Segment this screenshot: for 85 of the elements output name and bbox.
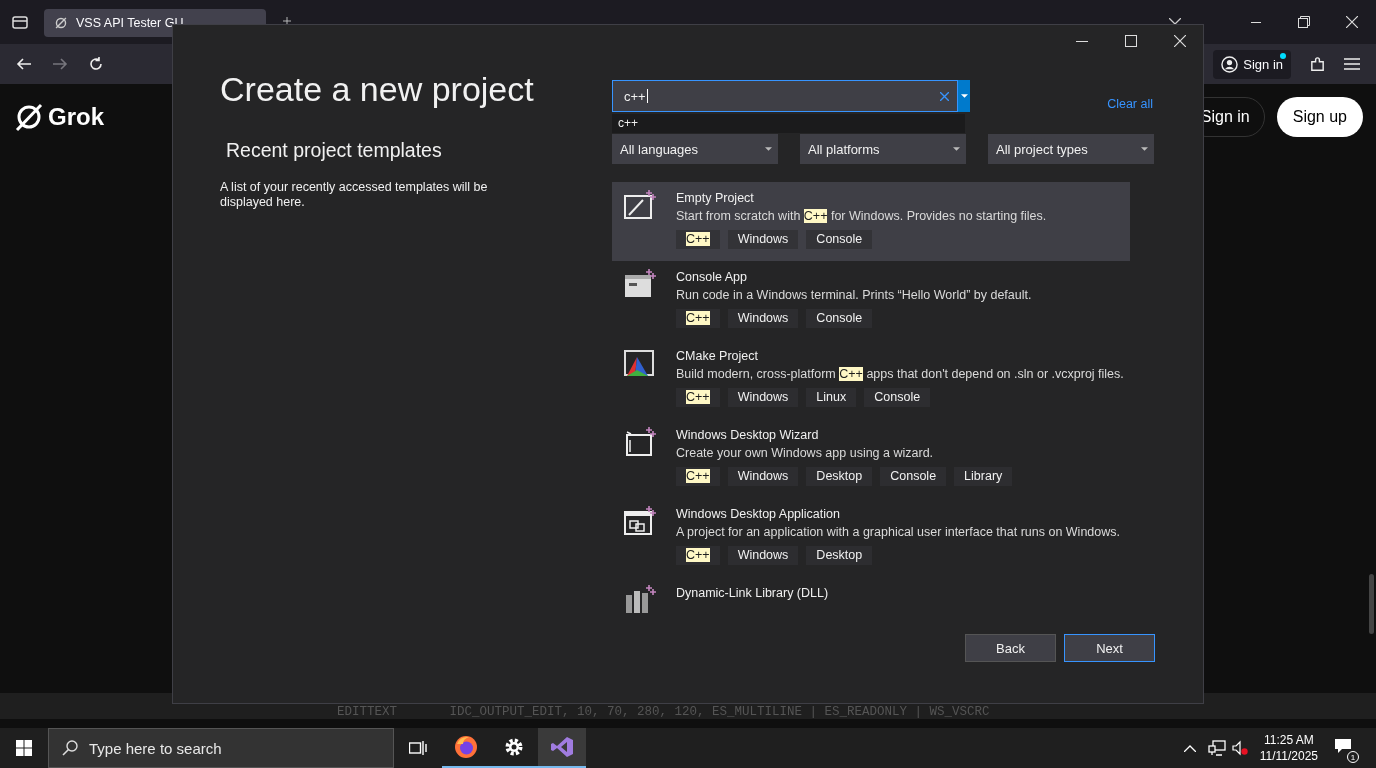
clock-date[interactable]: 11/11/2025 [1259, 748, 1318, 764]
template-description: Start from scratch with C++ for Windows. Provides no starting files. [676, 209, 1047, 223]
notification-count: 1 [1347, 751, 1359, 763]
template-description: A project for an application with a graphical user interface that runs on Windows. [676, 525, 1120, 539]
maximize-icon[interactable] [1125, 35, 1137, 47]
template-item[interactable]: Dynamic-Link Library (DLL) [612, 577, 1130, 613]
template-tag: Linux [806, 388, 857, 407]
dropdown-button[interactable] [958, 80, 970, 112]
empty-state-text: A list of your recently accessed templates will be displayed here. [220, 180, 489, 210]
close-icon[interactable] [1346, 16, 1358, 28]
template-name: CMake Project [676, 349, 759, 363]
template-tag: C++ [676, 309, 720, 328]
template-description: Build modern, cross-platform C++ apps that don't depend on .sln or .vcxproj files. [676, 367, 1124, 381]
notifications-icon[interactable] [1334, 738, 1352, 754]
filter-dropdown[interactable]: All platforms [800, 134, 966, 164]
windows-start-icon[interactable] [16, 740, 32, 756]
filter-dropdown[interactable]: All languages [612, 134, 778, 164]
task-view-icon [409, 740, 427, 756]
grok-logo-icon [54, 16, 68, 30]
triangle-window-icon [624, 348, 656, 378]
sign-up-button[interactable]: Sign up [1276, 97, 1363, 137]
template-name: Windows Desktop Wizard [676, 428, 820, 442]
template-tag: C++ [676, 546, 720, 565]
visual-studio-icon [550, 735, 574, 759]
minimize-icon[interactable] [1251, 21, 1261, 23]
template-item[interactable]: CMake Project Build modern, cross-platform C++ apps that don't depend on .sln or .vcxproj files. C++ Windows Linux Console [612, 340, 1130, 419]
clear-all-link[interactable]: Clear all [1107, 97, 1153, 111]
firefox-icon [454, 735, 478, 759]
section-heading: Recent project templates [226, 139, 443, 162]
template-tag: Windows [727, 230, 799, 249]
new-tab-icon[interactable] [281, 17, 293, 25]
gear-icon [504, 737, 524, 757]
caret-icon [953, 147, 960, 151]
search-field[interactable]: c++ [612, 80, 958, 112]
caret-icon [960, 94, 968, 98]
clock-time[interactable]: 11:25 AM [1263, 732, 1314, 748]
template-tag: Console [864, 388, 931, 407]
template-tag: Console [806, 230, 873, 249]
template-item[interactable]: Windows Desktop Wizard Create your own Windows app using a wizard. C++ Windows Desktop Console Library [612, 419, 1130, 498]
template-name: Windows Desktop Application [676, 507, 841, 521]
clear-icon[interactable] [940, 91, 949, 101]
template-tag: Windows [727, 467, 799, 486]
search-icon [62, 740, 78, 756]
extensions-icon[interactable] [1309, 55, 1326, 73]
template-tag: C++ [676, 230, 720, 249]
template-name: Empty Project [676, 191, 755, 205]
template-item[interactable]: Windows Desktop Application A project for an application with a graphical user interface that runs on Windows. C++ Windows Desktop [612, 498, 1130, 577]
template-tag: Windows [727, 388, 799, 407]
logo-text: Grok [48, 103, 104, 131]
template-description: Run code in a Windows terminal. Prints “Hello World” by default. [676, 288, 1032, 302]
scrollbar-thumb[interactable] [1369, 574, 1374, 634]
back-arrow-icon[interactable] [16, 56, 32, 72]
template-tag: Desktop [806, 467, 873, 486]
muted-speaker-icon[interactable] [1231, 740, 1248, 756]
template-tag: Console [806, 309, 873, 328]
filter-dropdown[interactable]: All project types [988, 134, 1154, 164]
template-name: Dynamic-Link Library (DLL) [676, 586, 829, 600]
reload-icon[interactable] [88, 56, 104, 72]
search-field[interactable]: Type here to search [48, 728, 394, 768]
template-tag: C++ [676, 467, 720, 486]
caret-icon [1141, 147, 1148, 151]
template-tag: C++ [676, 388, 720, 407]
next-button[interactable]: Next [1064, 634, 1155, 662]
dialog-title: Create a new project [220, 69, 535, 109]
template-tag: Console [880, 467, 947, 486]
grok-logo-icon [14, 102, 44, 132]
template-name: Console App [676, 270, 748, 284]
menu-icon[interactable] [1344, 58, 1360, 70]
template-tag: Windows [727, 309, 799, 328]
restore-icon[interactable] [1298, 16, 1310, 28]
suggestion-item[interactable]: c++ [612, 114, 965, 133]
template-tag: Desktop [806, 546, 873, 565]
chevron-up-icon[interactable] [1183, 744, 1196, 752]
network-icon[interactable] [1207, 740, 1226, 756]
template-description: Create your own Windows app using a wizard. [676, 446, 935, 460]
template-tag: Library [954, 467, 1013, 486]
back-button[interactable]: Back [965, 634, 1056, 662]
account-icon [1221, 55, 1239, 73]
template-item[interactable]: Empty Project Start from scratch with C++ for Windows. Provides no starting files. C++ Windows Console [612, 182, 1130, 261]
minimize-icon[interactable] [1076, 40, 1088, 42]
close-icon[interactable] [1174, 35, 1186, 47]
sign-in-button[interactable]: Sign in [1213, 49, 1291, 79]
caret-icon [765, 147, 772, 151]
template-item[interactable]: Console App Run code in a Windows terminal. Prints “Hello World” by default. C++ Windows Console [612, 261, 1130, 340]
template-tag: Windows [727, 546, 799, 565]
